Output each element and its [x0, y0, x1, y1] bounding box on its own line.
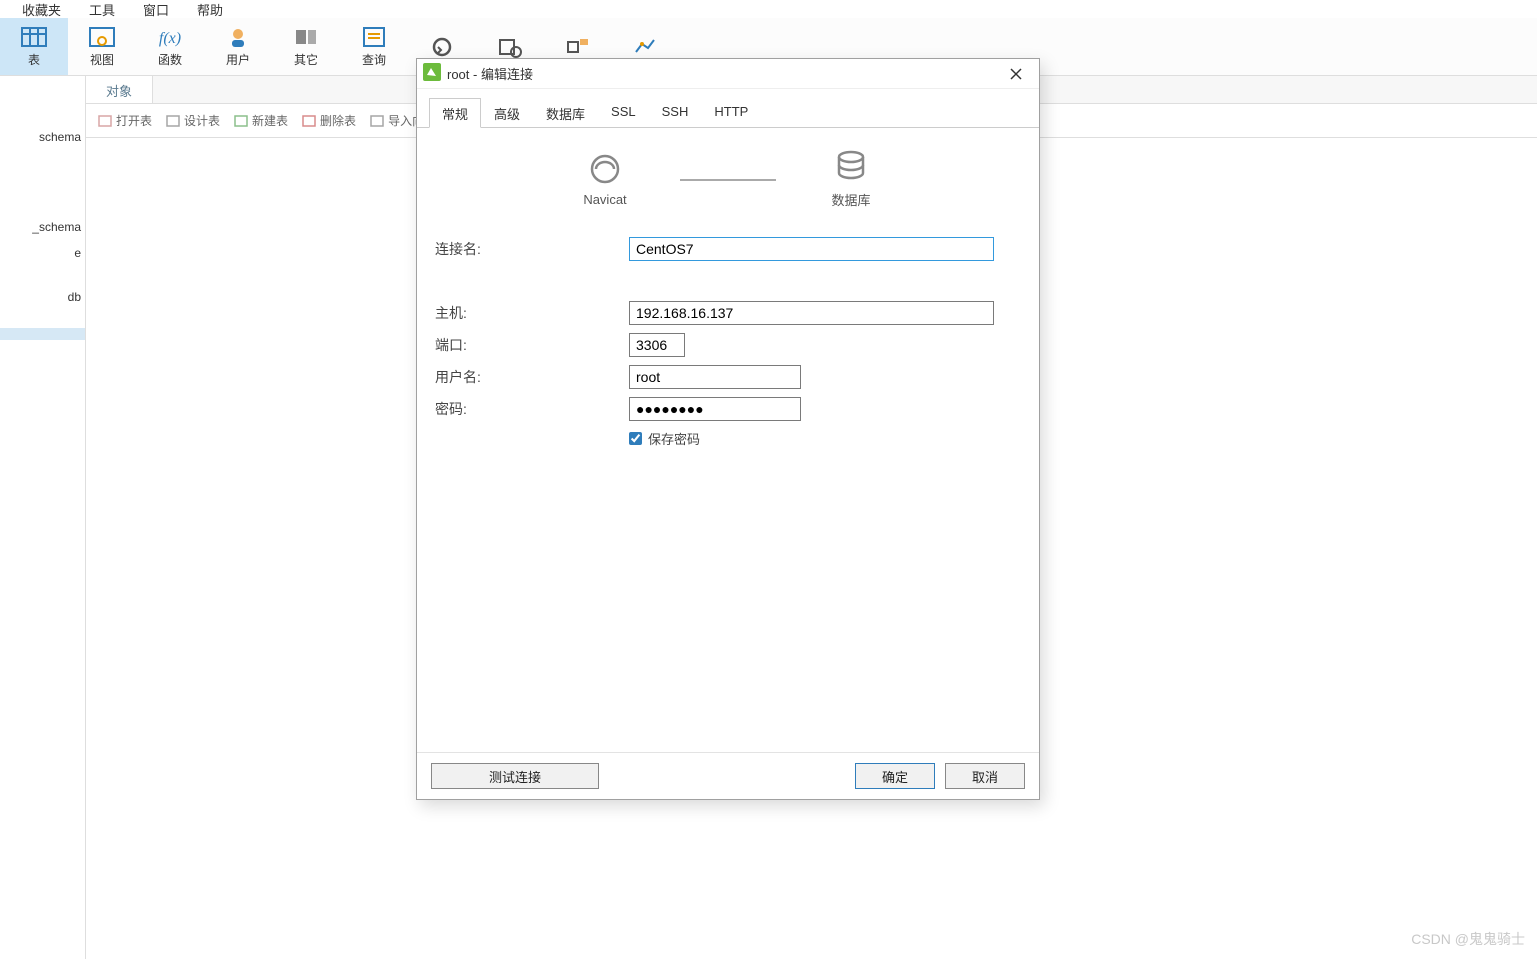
- menu-favorites[interactable]: 收藏夹: [22, 0, 61, 19]
- backup-icon: [428, 35, 456, 59]
- function-icon: f(x): [156, 25, 184, 49]
- input-connection-name[interactable]: [629, 237, 994, 261]
- ribbon-user[interactable]: 用户: [204, 18, 272, 75]
- sidebar-item-_schema[interactable]: _schema: [0, 214, 85, 240]
- menubar: 收藏夹 工具 窗口 帮助: [0, 0, 1537, 18]
- chart-icon: [632, 35, 660, 59]
- menu-tools[interactable]: 工具: [89, 0, 115, 19]
- diagram-database: 数据库: [796, 150, 906, 209]
- navicat-icon: [586, 152, 624, 186]
- row-save-password: 保存密码: [629, 429, 1021, 448]
- label-save-password: 保存密码: [648, 429, 700, 448]
- other-icon: [292, 25, 320, 49]
- ribbon-table[interactable]: 表: [0, 18, 68, 75]
- tab-objects[interactable]: 对象: [86, 76, 153, 103]
- label-host: 主机:: [435, 303, 629, 323]
- label-password: 密码:: [435, 399, 629, 419]
- ribbon-label: 查询: [362, 51, 386, 68]
- row-host: 主机:: [435, 301, 1021, 325]
- input-username[interactable]: [629, 365, 801, 389]
- input-port[interactable]: [629, 333, 685, 357]
- btn-label: 新建表: [252, 112, 288, 129]
- dialog-footer: 测试连接 确定 取消: [417, 752, 1039, 799]
- app-icon: [423, 63, 441, 84]
- edit-connection-dialog: root - 编辑连接 常规 高级 数据库 SSL SSH HTTP Navic…: [416, 58, 1040, 800]
- diagram-navicat: Navicat: [550, 152, 660, 207]
- sidebar: schema _schema e db: [0, 76, 86, 959]
- tab-database[interactable]: 数据库: [533, 98, 598, 128]
- view-icon: [88, 25, 116, 49]
- sidebar-item-schema[interactable]: schema: [0, 124, 85, 150]
- diagram-label: Navicat: [583, 192, 626, 207]
- tab-ssl[interactable]: SSL: [598, 98, 649, 128]
- ribbon-query[interactable]: 查询: [340, 18, 408, 75]
- test-connection-button[interactable]: 测试连接: [431, 763, 599, 789]
- watermark: CSDN @鬼鬼骑士: [1411, 929, 1525, 949]
- tab-ssh[interactable]: SSH: [649, 98, 702, 128]
- diagram-connector: [680, 179, 776, 181]
- ribbon-label: 表: [28, 51, 40, 68]
- row-connection-name: 连接名:: [435, 237, 1021, 261]
- dialog-body: Navicat 数据库 连接名: 主机: 端口: 用户名: 密码:: [417, 128, 1039, 752]
- table-icon: [20, 25, 48, 49]
- row-port: 端口:: [435, 333, 1021, 357]
- sidebar-item-selected[interactable]: [0, 328, 85, 340]
- tab-advanced[interactable]: 高级: [481, 98, 533, 128]
- model-icon: [564, 35, 592, 59]
- btn-open-table[interactable]: 打开表: [92, 109, 158, 132]
- ribbon-label: 视图: [90, 51, 114, 68]
- connection-diagram: Navicat 数据库: [435, 150, 1021, 209]
- close-icon: [1010, 68, 1022, 80]
- ok-button[interactable]: 确定: [855, 763, 935, 789]
- tab-http[interactable]: HTTP: [701, 98, 761, 128]
- dialog-title: root - 编辑连接: [447, 64, 995, 83]
- menu-help[interactable]: 帮助: [197, 0, 223, 19]
- dialog-tabs: 常规 高级 数据库 SSL SSH HTTP: [417, 89, 1039, 128]
- btn-label: 设计表: [184, 112, 220, 129]
- btn-new-table[interactable]: 新建表: [228, 109, 294, 132]
- dialog-titlebar: root - 编辑连接: [417, 59, 1039, 89]
- btn-delete-table[interactable]: 删除表: [296, 109, 362, 132]
- checkbox-save-password[interactable]: [629, 432, 642, 445]
- btn-design-table[interactable]: 设计表: [160, 109, 226, 132]
- database-icon: [835, 150, 867, 184]
- cancel-button[interactable]: 取消: [945, 763, 1025, 789]
- tab-general[interactable]: 常规: [429, 98, 481, 128]
- sidebar-item-e[interactable]: e: [0, 240, 85, 266]
- query-icon: [360, 25, 388, 49]
- input-host[interactable]: [629, 301, 994, 325]
- label-port: 端口:: [435, 335, 629, 355]
- close-button[interactable]: [995, 60, 1037, 88]
- btn-label: 删除表: [320, 112, 356, 129]
- label-username: 用户名:: [435, 367, 629, 387]
- ribbon-label: 用户: [226, 51, 250, 68]
- row-password: 密码:: [435, 397, 1021, 421]
- diagram-label: 数据库: [831, 190, 870, 209]
- row-username: 用户名:: [435, 365, 1021, 389]
- input-password[interactable]: [629, 397, 801, 421]
- svg-text:f(x): f(x): [159, 30, 181, 47]
- ribbon-other[interactable]: 其它: [272, 18, 340, 75]
- label-connection-name: 连接名:: [435, 239, 629, 259]
- ribbon-function[interactable]: f(x) 函数: [136, 18, 204, 75]
- btn-label: 打开表: [116, 112, 152, 129]
- menu-window[interactable]: 窗口: [143, 0, 169, 19]
- ribbon-view[interactable]: 视图: [68, 18, 136, 75]
- sidebar-item-db[interactable]: db: [0, 284, 85, 310]
- ribbon-label: 函数: [158, 51, 182, 68]
- user-icon: [224, 25, 252, 49]
- schedule-icon: [496, 35, 524, 59]
- ribbon-label: 其它: [294, 51, 318, 68]
